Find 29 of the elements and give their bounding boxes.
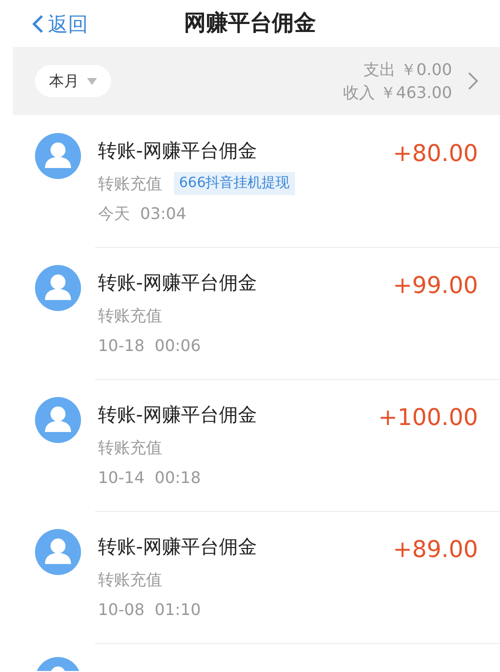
record-time: 10-14 00:18 <box>98 466 202 489</box>
record-amount: +100.00 <box>378 404 478 433</box>
record-type: 转账充值 <box>98 304 162 327</box>
record-title: 转账-网赚平台佣金 <box>98 536 258 559</box>
record-tag: 666抖音挂机提现 <box>174 172 295 196</box>
record-type: 转账充值 <box>98 172 162 195</box>
income-total: 收入 ￥463.00 <box>342 82 452 104</box>
record-title: 转账-网赚平台佣金 <box>98 140 258 163</box>
avatar-icon <box>35 265 81 311</box>
avatar-icon <box>35 529 81 575</box>
record-time: 今天 03:04 <box>98 202 188 225</box>
back-button[interactable]: 返回 <box>32 8 88 38</box>
avatar-icon <box>35 133 81 179</box>
record-time: 10-18 00:06 <box>98 334 202 357</box>
record-amount: +80.00 <box>392 140 478 169</box>
record-amount: +89.00 <box>392 536 478 565</box>
record-amount: +99.00 <box>392 272 478 301</box>
period-dropdown[interactable]: 本月 <box>35 64 111 98</box>
record-type: 转账充值 <box>98 436 162 459</box>
back-icon <box>32 14 44 34</box>
record-title: 转账-网赚平台佣金 <box>98 272 258 295</box>
page-title: 网赚平台佣金 <box>184 11 316 36</box>
avatar-icon <box>35 397 81 443</box>
caret-icon <box>87 78 97 84</box>
record-time: 10-08 01:10 <box>98 598 202 621</box>
chevron-right-icon[interactable] <box>468 72 478 90</box>
record-title: 转账-网赚平台佣金 <box>98 404 258 427</box>
record-type: 转账充值 <box>98 568 162 591</box>
expense-total: 支出 ￥0.00 <box>362 58 452 81</box>
